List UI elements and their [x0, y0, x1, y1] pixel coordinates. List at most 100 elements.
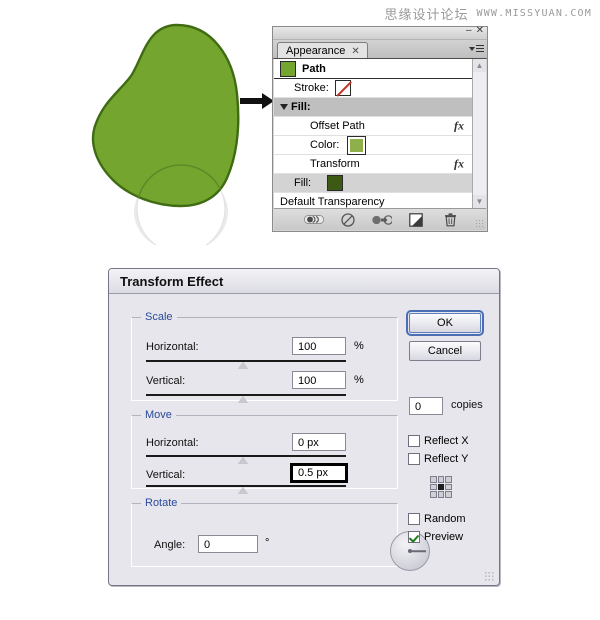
anchor-cell-ml[interactable] [430, 483, 437, 491]
appearance-panel[interactable]: – ✕ Appearance ✕ Path Stroke: Fill: Offs… [272, 26, 488, 232]
dial-needle [410, 550, 426, 552]
reflect-x-checkbox[interactable]: Reflect X [408, 435, 469, 447]
duplicate-item-icon[interactable] [406, 212, 426, 227]
toggle-visibility-icon[interactable] [304, 213, 324, 227]
scale-horizontal-slider[interactable] [146, 360, 346, 370]
close-icon[interactable]: ✕ [476, 26, 484, 36]
dialog-resize-gripper[interactable] [484, 571, 494, 581]
row-color[interactable]: Color: [274, 135, 472, 155]
tab-close-icon[interactable]: ✕ [351, 46, 359, 57]
move-group: Move Horizontal: 0 px Vertical: 0.5 px [131, 409, 398, 494]
scale-group: Scale Horizontal: 100 % Vertical: 100 % [131, 311, 398, 404]
watermark-cn-text: 思缘设计论坛 [384, 8, 469, 23]
delete-item-icon[interactable] [440, 212, 460, 227]
copies-input[interactable]: 0 [409, 397, 443, 415]
scale-horizontal-label: Horizontal: [146, 341, 199, 353]
dialog-title-bar[interactable]: Transform Effect [109, 269, 499, 294]
slider-thumb[interactable] [238, 396, 248, 403]
rotate-angle-input[interactable]: 0 [198, 535, 258, 553]
panel-menu-icon[interactable] [468, 42, 484, 55]
disclosure-triangle-icon[interactable] [280, 104, 288, 110]
color-swatch[interactable] [347, 135, 367, 155]
row-transform-label: Transform [310, 158, 360, 170]
slider-thumb[interactable] [238, 487, 248, 494]
row-offset-path-label: Offset Path [310, 120, 365, 132]
clear-appearance-icon[interactable] [338, 212, 358, 227]
checkbox-box-icon[interactable] [408, 513, 420, 525]
fx-icon[interactable]: fx [454, 119, 464, 134]
tab-appearance-label: Appearance [286, 45, 346, 57]
scale-vertical-slider[interactable] [146, 394, 346, 404]
checkbox-box-icon[interactable] [408, 453, 420, 465]
scale-vertical-input[interactable]: 100 [292, 371, 346, 389]
cancel-button[interactable]: Cancel [409, 341, 481, 361]
dialog-title: Transform Effect [120, 273, 224, 289]
random-label: Random [424, 513, 466, 525]
move-vertical-input[interactable]: 0.5 px [290, 463, 348, 483]
fx-icon[interactable]: fx [454, 157, 464, 172]
scrollbar-track[interactable] [473, 72, 486, 195]
hamburger-icon [475, 44, 484, 53]
row-transform[interactable]: Transform fx [274, 155, 472, 174]
row-fill[interactable]: Fill: [274, 174, 472, 193]
minimize-icon[interactable]: – [466, 26, 472, 36]
anchor-cell-br[interactable] [445, 491, 452, 498]
reduce-to-basic-appearance-icon[interactable] [372, 213, 392, 227]
transform-effect-dialog[interactable]: Transform Effect Scale Horizontal: 100 %… [108, 268, 500, 586]
scroll-up-icon[interactable]: ▲ [473, 59, 486, 72]
rotate-angle-label: Angle: [154, 539, 186, 551]
row-default-transparency[interactable]: Default Transparency [274, 193, 472, 208]
stroke-none-swatch[interactable] [334, 80, 351, 96]
panel-scrollbar[interactable]: ▲ ▼ [472, 59, 486, 208]
panel-resize-gripper[interactable] [475, 219, 484, 228]
reflect-y-label: Reflect Y [424, 453, 469, 465]
row-default-transparency-label: Default Transparency [280, 196, 385, 208]
checkbox-checked-icon[interactable] [408, 531, 420, 543]
move-vertical-slider[interactable] [146, 485, 346, 495]
scale-horizontal-input[interactable]: 100 [292, 337, 346, 355]
rotate-group: Rotate Angle: 0 ° [131, 497, 430, 571]
row-stroke[interactable]: Stroke: [274, 79, 472, 98]
row-fill-group[interactable]: Fill: [274, 98, 472, 117]
path-fill-swatch[interactable] [280, 60, 296, 77]
preview-checkbox[interactable]: Preview [408, 531, 463, 543]
anchor-cell-tl[interactable] [430, 476, 437, 483]
random-checkbox[interactable]: Random [408, 513, 466, 525]
dial-hub [408, 549, 412, 553]
copies-label: copies [451, 399, 483, 411]
slider-thumb[interactable] [238, 362, 248, 369]
preview-label: Preview [424, 531, 464, 543]
scroll-down-icon[interactable]: ▼ [473, 195, 486, 208]
panel-title-bar[interactable]: – ✕ [273, 26, 487, 40]
anchor-cell-bc[interactable] [437, 491, 445, 498]
watermark-url-text: WWW.MISSYUAN.COM [476, 8, 592, 19]
anchor-cell-mc[interactable] [437, 483, 445, 491]
reflect-y-checkbox[interactable]: Reflect Y [408, 453, 468, 465]
dialog-body: Scale Horizontal: 100 % Vertical: 100 % … [109, 293, 499, 585]
panel-tab-row[interactable]: Appearance ✕ [273, 40, 487, 59]
anchor-cell-mr[interactable] [445, 483, 452, 491]
row-path[interactable]: Path [274, 59, 472, 79]
move-group-legend: Move [145, 409, 172, 421]
move-vertical-label: Vertical: [146, 469, 186, 481]
transform-origin-anchor-widget[interactable] [430, 476, 452, 498]
fill-swatch[interactable] [327, 175, 344, 191]
pointer-arrow-icon [240, 90, 276, 112]
move-horizontal-input[interactable]: 0 px [292, 433, 346, 451]
slider-thumb[interactable] [238, 457, 248, 464]
anchor-cell-tc[interactable] [437, 476, 445, 483]
watermark: 思缘设计论坛 WWW.MISSYUAN.COM [384, 4, 592, 23]
checkbox-box-icon[interactable] [408, 435, 420, 447]
ok-button[interactable]: OK [406, 310, 484, 336]
rotate-group-legend: Rotate [145, 497, 178, 509]
anchor-cell-tr[interactable] [445, 476, 452, 483]
appearance-rows: Path Stroke: Fill: Offset Path fx Color:… [274, 59, 472, 208]
anchor-cell-bl[interactable] [430, 491, 437, 498]
row-fill-group-label: Fill: [291, 101, 311, 113]
appearance-row-list[interactable]: Path Stroke: Fill: Offset Path fx Color:… [274, 58, 486, 208]
panel-footer-toolbar[interactable] [274, 208, 486, 230]
row-offset-path[interactable]: Offset Path fx [274, 117, 472, 136]
reflect-x-label: Reflect X [424, 435, 469, 447]
tab-appearance[interactable]: Appearance ✕ [277, 42, 368, 59]
scale-horizontal-unit: % [354, 340, 364, 352]
